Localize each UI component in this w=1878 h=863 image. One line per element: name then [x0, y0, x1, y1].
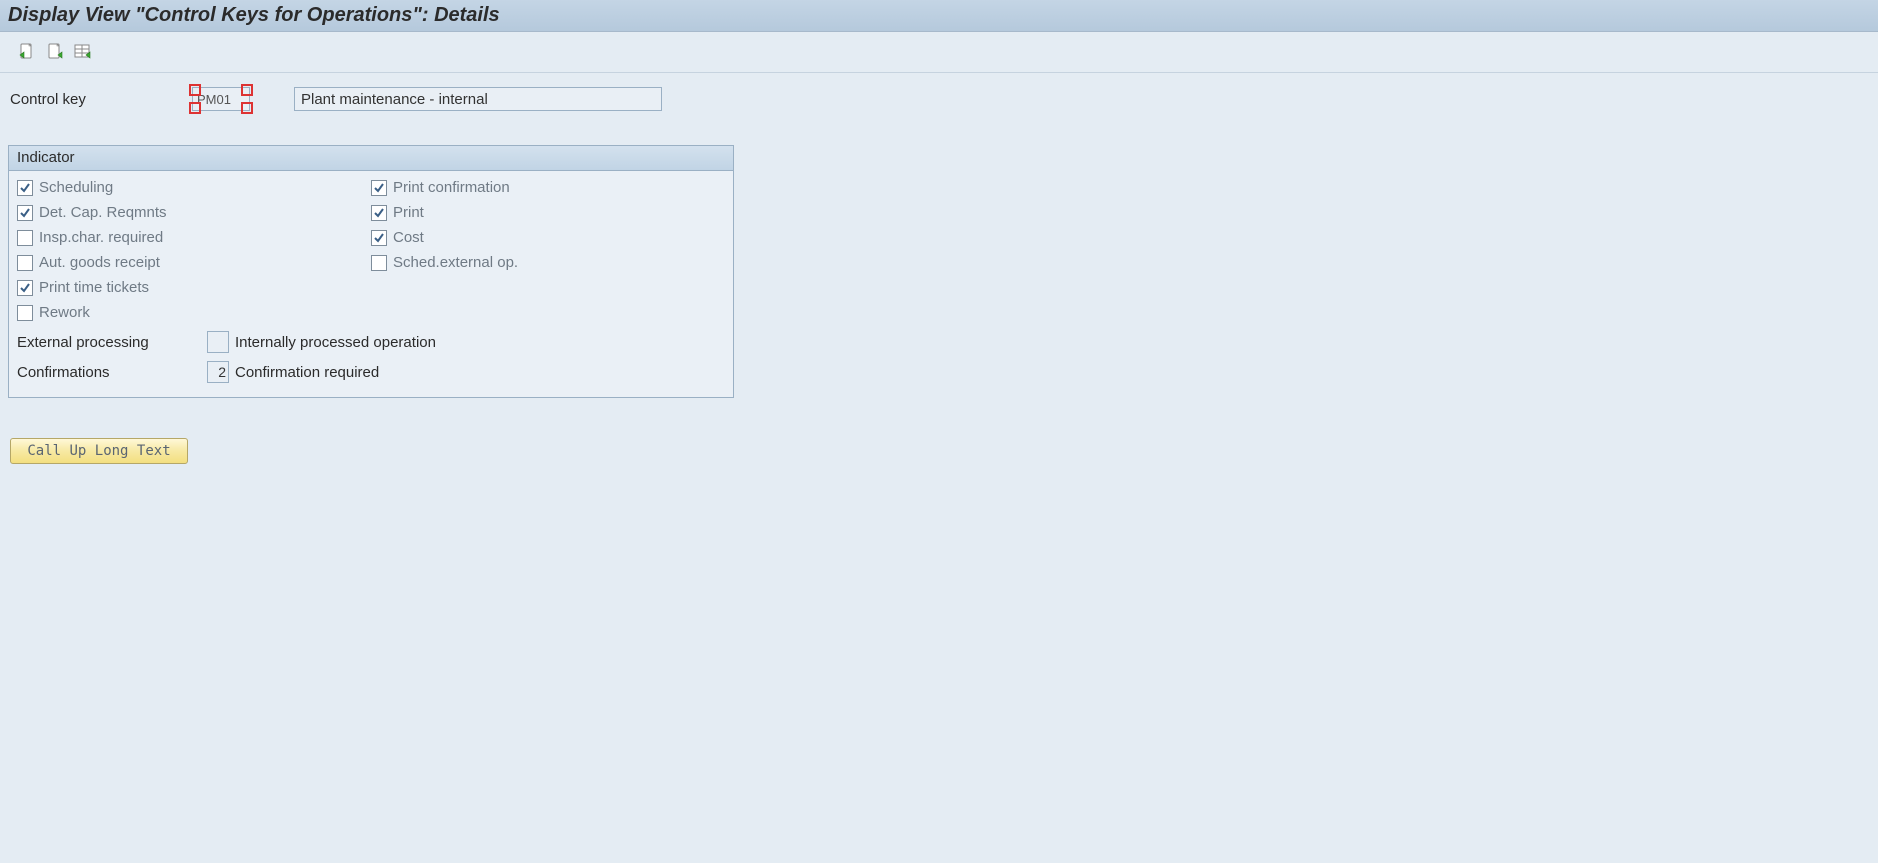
indicator-group: Indicator Scheduling Det. Cap.	[8, 145, 734, 398]
indicator-print-confirmation: Print confirmation	[371, 179, 725, 196]
control-key-description: Plant maintenance - internal	[294, 87, 662, 111]
indicator-scheduling: Scheduling	[17, 179, 371, 196]
checkbox-cost[interactable]	[371, 230, 387, 246]
next-entry-icon[interactable]	[44, 41, 66, 63]
indicator-aut-goods: Aut. goods receipt	[17, 254, 371, 271]
confirmations-description: Confirmation required	[235, 364, 379, 381]
new-entry-icon[interactable]	[16, 41, 38, 63]
control-key-row: Control key PM01 Plant maintenance - int…	[8, 87, 1870, 111]
checkbox-print[interactable]	[371, 205, 387, 221]
toolbar	[0, 32, 1878, 73]
indicator-label: Cost	[393, 229, 424, 246]
indicator-label: Scheduling	[39, 179, 113, 196]
indicator-label: Print time tickets	[39, 279, 149, 296]
indicator-print-time-tickets: Print time tickets	[17, 279, 371, 296]
indicator-label: Print confirmation	[393, 179, 510, 196]
confirmations-row: Confirmations 2 Confirmation required	[17, 361, 725, 383]
external-processing-input[interactable]	[207, 331, 229, 353]
confirmations-input[interactable]: 2	[207, 361, 229, 383]
confirmations-label: Confirmations	[17, 364, 201, 381]
external-processing-description: Internally processed operation	[235, 334, 436, 351]
control-key-input[interactable]: PM01	[192, 87, 250, 111]
indicator-insp-char: Insp.char. required	[17, 229, 371, 246]
call-up-long-text-button[interactable]: Call Up Long Text	[10, 438, 188, 464]
indicator-label: Sched.external op.	[393, 254, 518, 271]
control-key-label: Control key	[8, 91, 188, 108]
indicator-cost: Cost	[371, 229, 725, 246]
indicator-rework: Rework	[17, 304, 371, 321]
checkbox-rework[interactable]	[17, 305, 33, 321]
checkbox-scheduling[interactable]	[17, 180, 33, 196]
indicator-left-column: Scheduling Det. Cap. Reqmnts Insp.char. …	[17, 179, 371, 321]
checkbox-print-confirmation[interactable]	[371, 180, 387, 196]
indicator-det-cap: Det. Cap. Reqmnts	[17, 204, 371, 221]
indicator-label: Print	[393, 204, 424, 221]
control-key-value: PM01	[197, 92, 231, 107]
content-area: Control key PM01 Plant maintenance - int…	[0, 73, 1878, 470]
external-processing-label: External processing	[17, 334, 201, 351]
indicator-print: Print	[371, 204, 725, 221]
indicator-sched-external: Sched.external op.	[371, 254, 725, 271]
table-view-icon[interactable]	[72, 41, 94, 63]
page-title: Display View "Control Keys for Operation…	[0, 0, 1878, 32]
indicator-label: Det. Cap. Reqmnts	[39, 204, 167, 221]
checkbox-print-time-tickets[interactable]	[17, 280, 33, 296]
indicator-label: Aut. goods receipt	[39, 254, 160, 271]
indicator-label: Insp.char. required	[39, 229, 163, 246]
checkbox-aut-goods[interactable]	[17, 255, 33, 271]
checkbox-insp-char[interactable]	[17, 230, 33, 246]
external-processing-row: External processing Internally processed…	[17, 331, 725, 353]
checkbox-det-cap[interactable]	[17, 205, 33, 221]
checkbox-sched-external[interactable]	[371, 255, 387, 271]
indicator-right-column: Print confirmation Print Cost	[371, 179, 725, 321]
indicator-group-title: Indicator	[9, 146, 733, 171]
indicator-label: Rework	[39, 304, 90, 321]
